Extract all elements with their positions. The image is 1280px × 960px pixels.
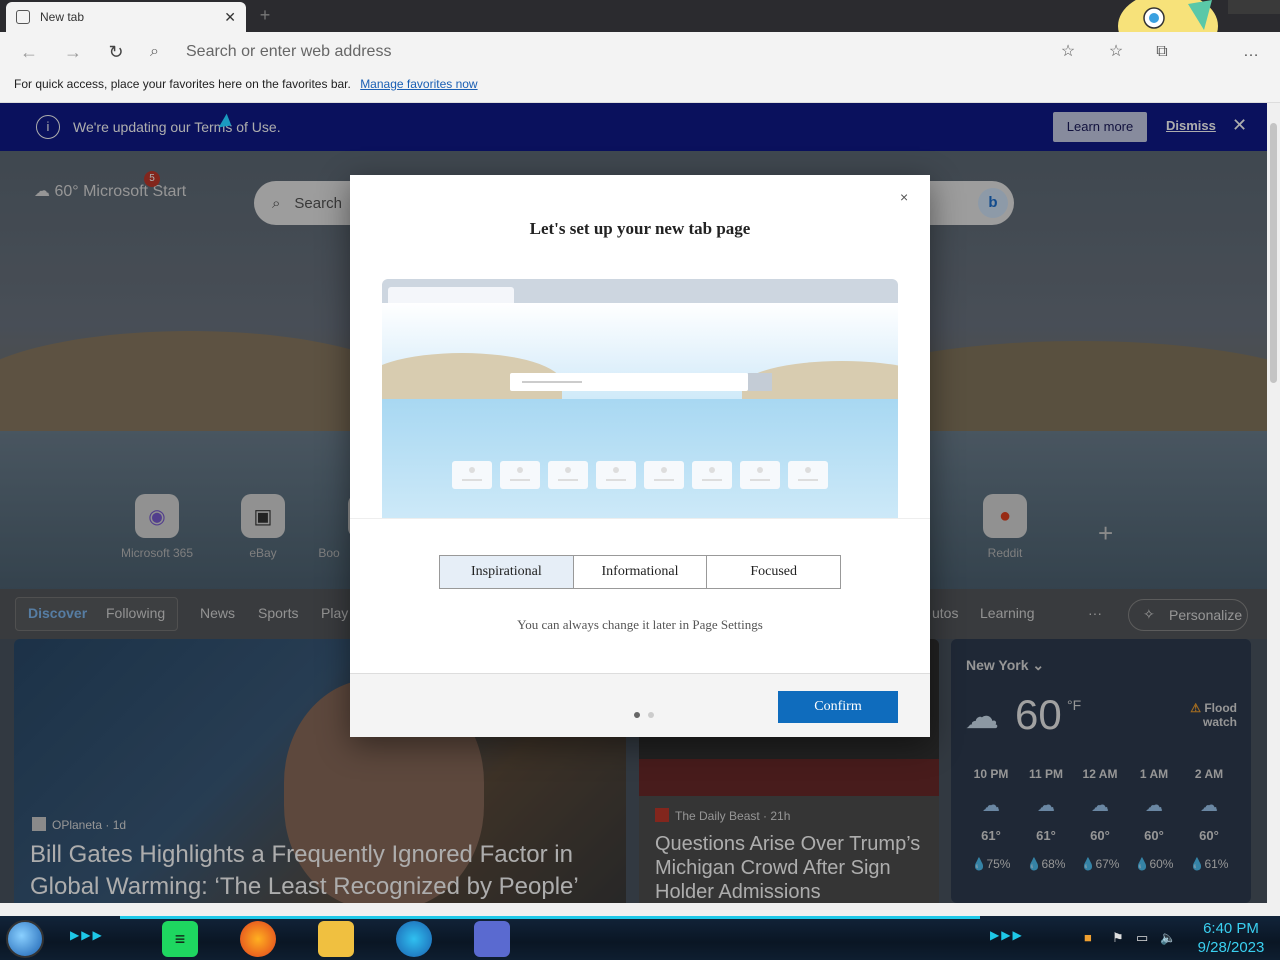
confirm-button[interactable]: Confirm: [778, 691, 898, 723]
preview-tile: [500, 461, 540, 489]
browser-title-bar: New tab ✕ +: [0, 0, 1280, 60]
collections-icon[interactable]: ⧉: [1152, 42, 1172, 62]
clock-time: 6:40 PM: [1203, 920, 1259, 937]
file-explorer-icon[interactable]: [318, 921, 354, 957]
layout-option-group: Inspirational Informational Focused: [439, 555, 841, 589]
horizontal-scrollbar[interactable]: [0, 903, 1280, 916]
search-icon: ⌕: [150, 43, 159, 60]
preview-tile: [644, 461, 684, 489]
address-toolbar: ← → ↻ ⌕ Search or enter web address ☆ ☆ …: [0, 32, 1280, 72]
divider: [350, 518, 930, 519]
decor-chevrons-icon: ▶▶▶: [70, 928, 104, 942]
dialog-title: Let's set up your new tab page: [529, 219, 751, 238]
network-icon[interactable]: ▭: [1136, 930, 1148, 946]
setup-dialog: × Let's set up your new tab page Inspira…: [350, 175, 930, 737]
page-dot-active: [634, 712, 640, 718]
vertical-scrollbar[interactable]: [1267, 103, 1280, 903]
preview-tile: [452, 461, 492, 489]
tab-close-icon[interactable]: ✕: [224, 9, 236, 26]
settings-more-icon[interactable]: …: [1241, 42, 1261, 62]
page-dot: [648, 712, 654, 718]
dialog-hint: You can always change it later in Page S…: [517, 617, 763, 632]
start-button[interactable]: [6, 920, 44, 958]
volume-icon[interactable]: 🔈: [1160, 930, 1176, 946]
option-inspirational[interactable]: Inspirational: [440, 556, 574, 588]
edge-icon[interactable]: [396, 921, 432, 957]
address-bar[interactable]: ⌕ Search or enter web address: [150, 36, 1090, 68]
preview-tile: [740, 461, 780, 489]
preview-background: [382, 303, 898, 519]
address-placeholder[interactable]: Search or enter web address: [186, 43, 391, 61]
preview-tab: [388, 287, 514, 303]
preview-search: [510, 373, 772, 391]
preview-tile: [548, 461, 588, 489]
close-dialog-icon[interactable]: ×: [900, 189, 908, 205]
back-button[interactable]: ←: [16, 40, 42, 64]
spotify-icon[interactable]: ≡: [162, 921, 198, 957]
decor-chevrons-icon: ▶▶▶: [990, 928, 1024, 942]
tab-title: New tab: [40, 10, 85, 24]
taskbar-accent: [120, 916, 980, 919]
new-tab-button[interactable]: +: [254, 6, 276, 26]
layout-preview-image: [382, 279, 898, 519]
forward-button[interactable]: →: [60, 40, 86, 64]
app-window-icon[interactable]: [474, 921, 510, 957]
tab-page-icon: [16, 10, 30, 24]
tray-app-icon[interactable]: ■: [1084, 930, 1092, 945]
option-focused[interactable]: Focused: [707, 556, 841, 588]
refresh-button[interactable]: ↻: [103, 40, 129, 64]
preview-tile: [788, 461, 828, 489]
preview-lake: [382, 399, 898, 519]
tab-new-tab[interactable]: New tab ✕: [6, 2, 246, 32]
scrollbar-thumb[interactable]: [1270, 123, 1277, 383]
favorites-bar-text: For quick access, place your favorites h…: [14, 77, 351, 91]
preview-tile: [692, 461, 732, 489]
taskbar: ▶▶▶ ≡ ▶▶▶ ■ ⚑ ▭ 🔈 6:40 PM 9/28/2023: [0, 916, 1280, 960]
flag-icon[interactable]: ⚑: [1112, 930, 1124, 946]
window-controls[interactable]: [1228, 0, 1280, 14]
dialog-footer: Confirm: [350, 673, 930, 737]
favorites-bar: For quick access, place your favorites h…: [0, 72, 1280, 103]
taskbar-clock[interactable]: 6:40 PM 9/28/2023: [1188, 919, 1274, 957]
manage-favorites-link[interactable]: Manage favorites now: [360, 77, 477, 91]
favorites-icon[interactable]: ☆: [1106, 42, 1126, 62]
page-indicator: [634, 705, 662, 723]
preview-tile: [596, 461, 636, 489]
option-informational[interactable]: Informational: [573, 556, 708, 588]
clock-date: 9/28/2023: [1197, 939, 1265, 956]
add-favorite-icon[interactable]: ☆: [1058, 42, 1078, 62]
firefox-icon[interactable]: [240, 921, 276, 957]
